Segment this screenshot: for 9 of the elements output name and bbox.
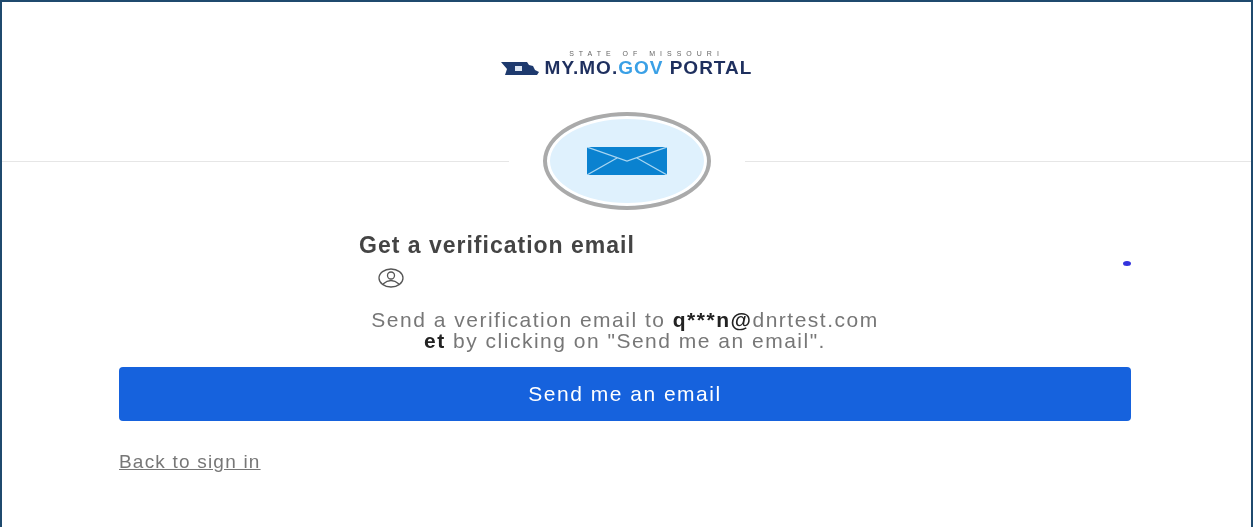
- portal-logo-text: MY.MO.GOV PORTAL: [544, 57, 753, 79]
- state-outline-icon: [500, 60, 541, 76]
- verification-message: Send a verification email to q***n@dnrtest.com et by clicking on "Send me an email".: [370, 309, 880, 351]
- back-to-sign-in-link[interactable]: Back to sign in: [119, 451, 261, 473]
- page-heading: Get a verification email: [359, 232, 636, 259]
- envelope-icon: [586, 147, 667, 175]
- send-email-button[interactable]: Send me an email: [119, 367, 1131, 421]
- status-dot: [1123, 260, 1131, 266]
- user-icon: [378, 268, 404, 288]
